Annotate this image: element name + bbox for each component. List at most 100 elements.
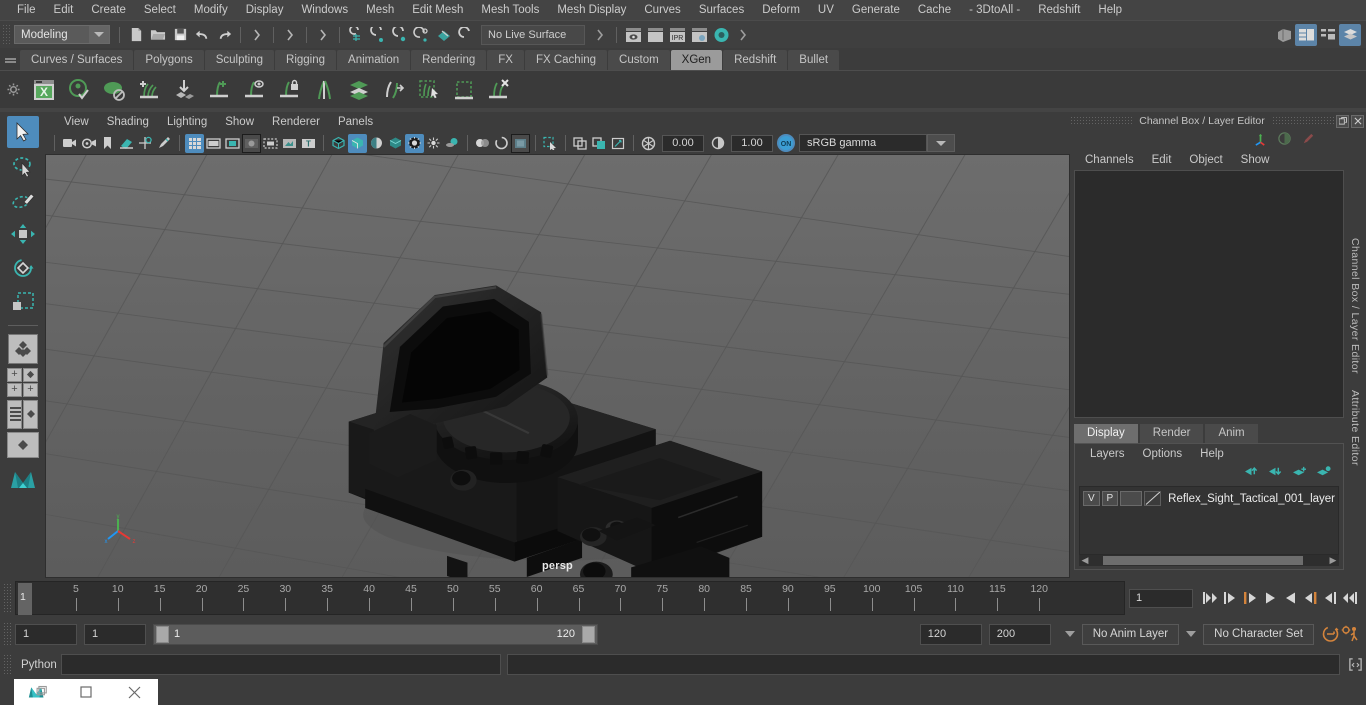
camera-names-icon[interactable]: T [299, 134, 318, 153]
shelf-tab-curves-surfaces[interactable]: Curves / Surfaces [20, 50, 134, 70]
motion-blur-icon[interactable] [473, 134, 492, 153]
open-scene-icon[interactable] [147, 24, 169, 46]
close-icon[interactable] [1351, 114, 1364, 128]
playback-end-time-field[interactable]: 120 [919, 623, 982, 645]
shading-sphere-icon[interactable] [1277, 131, 1292, 149]
xgen-groom-icon[interactable] [377, 73, 411, 107]
channel-box-menu-channels[interactable]: Channels [1076, 154, 1143, 166]
step-back-frame-icon[interactable] [1240, 587, 1260, 609]
character-set-combo[interactable]: No Character Set [1203, 623, 1314, 645]
viewport-menu-lighting[interactable]: Lighting [158, 116, 216, 128]
menu-set-dropdown-arrow[interactable] [89, 26, 109, 43]
layer-horizontal-scrollbar[interactable]: ◀ ▶ [1079, 555, 1339, 566]
bookmark-icon[interactable] [98, 134, 117, 153]
live-surface-field[interactable]: No Live Surface [481, 24, 585, 45]
xgen-import-icon[interactable] [167, 73, 201, 107]
maya-app-icon[interactable] [14, 679, 62, 705]
menu-item-edit[interactable]: Edit [45, 0, 83, 20]
select-by-object-icon[interactable] [279, 24, 301, 46]
shelf-tab-fx-caching[interactable]: FX Caching [524, 50, 608, 70]
four-view-layout[interactable]: + + + [7, 367, 39, 397]
menu-item-create[interactable]: Create [82, 0, 135, 20]
textured-icon[interactable] [386, 134, 405, 153]
viewport-menu-view[interactable]: View [55, 116, 98, 128]
color-management-icon[interactable]: ON [777, 134, 795, 152]
3d-viewport[interactable]: y x z persp [45, 154, 1070, 578]
snap-to-view-plane-icon[interactable] [433, 24, 455, 46]
layer-menu-options[interactable]: Options [1134, 448, 1192, 460]
layer-playback-toggle[interactable]: P [1101, 491, 1119, 506]
shelf-tab-animation[interactable]: Animation [337, 50, 411, 70]
pencil-icon[interactable] [1301, 131, 1316, 149]
single-perspective-layout[interactable] [7, 333, 39, 365]
menu-item-deform[interactable]: Deform [753, 0, 809, 20]
scroll-thumb[interactable] [1103, 556, 1303, 565]
shadows-icon[interactable] [424, 134, 443, 153]
axis-orient-icon[interactable] [1253, 131, 1268, 149]
layer-tab-render[interactable]: Render [1139, 424, 1204, 443]
isolate-select-icon[interactable] [541, 134, 560, 153]
shelf-tab-sculpting[interactable]: Sculpting [204, 50, 275, 70]
shelf-tab-redshift[interactable]: Redshift [723, 50, 788, 70]
animation-preferences-icon[interactable] [1340, 623, 1360, 645]
film-origin-icon[interactable] [261, 134, 280, 153]
menu-item-file[interactable]: File [8, 0, 45, 20]
time-slider-gripper[interactable] [3, 583, 12, 613]
playback-start-time-field[interactable]: 1 [84, 623, 146, 645]
range-right-handle[interactable] [582, 625, 595, 643]
xgen-clump-icon[interactable] [447, 73, 481, 107]
table-row[interactable]: V P Reflex_Sight_Tactical_001_layer [1083, 490, 1335, 507]
select-by-hierarchy-icon[interactable] [246, 24, 268, 46]
layer-tab-display[interactable]: Display [1074, 424, 1138, 443]
channel-box-icon[interactable] [1339, 23, 1361, 46]
select-camera-icon[interactable] [60, 134, 79, 153]
multisample-icon[interactable] [492, 134, 511, 153]
lasso-select-tool[interactable] [7, 150, 39, 182]
menu-item-uv[interactable]: UV [809, 0, 843, 20]
animation-end-time-field[interactable]: 200 [988, 623, 1051, 645]
new-scene-icon[interactable] [125, 24, 147, 46]
grid-toggle-icon[interactable] [185, 133, 204, 153]
shaded-wireframe-icon[interactable] [367, 134, 386, 153]
depth-of-field-icon[interactable] [511, 133, 530, 153]
xgen-preview-icon[interactable] [62, 73, 96, 107]
shelf-options-gear-icon[interactable] [0, 71, 26, 109]
xgen-editor-icon[interactable]: X [27, 73, 61, 107]
range-slider-track[interactable]: 1 120 [153, 623, 598, 645]
xgen-lock-icon[interactable] [272, 73, 306, 107]
save-scene-icon[interactable] [169, 24, 191, 46]
hypergraph-persp-layout[interactable] [6, 431, 39, 459]
select-tool[interactable] [6, 116, 39, 148]
close-window-icon[interactable] [110, 679, 158, 705]
menu-item-cache[interactable]: Cache [909, 0, 960, 20]
command-output-field[interactable] [507, 654, 1340, 675]
attribute-editor-icon[interactable] [1295, 23, 1317, 46]
layer-menu-layers[interactable]: Layers [1081, 448, 1134, 460]
menu-item-mesh-display[interactable]: Mesh Display [548, 0, 635, 20]
command-line-gripper[interactable] [3, 653, 12, 676]
command-language-label[interactable]: Python [15, 659, 61, 671]
snap-to-projected-center-icon[interactable] [411, 24, 433, 46]
tool-settings-icon[interactable] [1317, 24, 1339, 46]
snap-to-curve-icon[interactable] [367, 24, 389, 46]
grease-pencil-icon[interactable] [155, 134, 174, 153]
menu-item-mesh-tools[interactable]: Mesh Tools [472, 0, 548, 20]
channel-box-menu-show[interactable]: Show [1232, 154, 1279, 166]
scroll-left-arrow[interactable]: ◀ [1079, 555, 1091, 566]
channel-box-menu-edit[interactable]: Edit [1143, 154, 1181, 166]
viewport-menu-show[interactable]: Show [216, 116, 263, 128]
resolution-gate-icon[interactable] [223, 134, 242, 153]
shelf-tab-custom[interactable]: Custom [608, 50, 670, 70]
hypershade-chevron-icon[interactable] [732, 24, 754, 46]
gamma-field[interactable]: 1.00 [731, 134, 773, 152]
exposure-field[interactable]: 0.00 [662, 134, 704, 152]
layer-state-toggle[interactable] [1120, 491, 1142, 506]
menu-item-help[interactable]: Help [1089, 0, 1131, 20]
anim-layer-combo[interactable]: No Anim Layer [1081, 623, 1180, 645]
shelf-handle[interactable] [0, 48, 20, 70]
scale-tool[interactable] [7, 286, 39, 318]
xgen-split-icon[interactable] [307, 73, 341, 107]
xgen-select-region-icon[interactable] [412, 73, 446, 107]
make-live-icon[interactable] [455, 24, 477, 46]
menu-item-redshift[interactable]: Redshift [1029, 0, 1089, 20]
